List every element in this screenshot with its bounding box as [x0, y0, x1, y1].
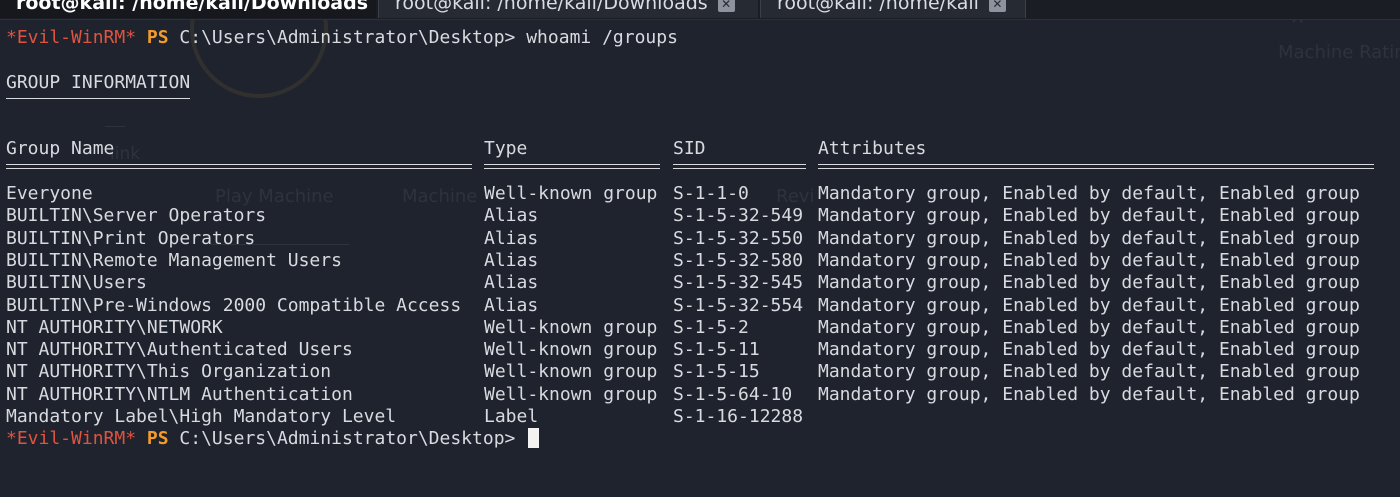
table-row: Mandatory Label\High Mandatory Level Labe…: [6, 406, 1400, 428]
cell-attributes: Mandatory group, Enabled by default, Ena…: [818, 183, 1360, 205]
tab-title: root@kali: /home/kali/Downloads: [395, 0, 708, 14]
prompt-line[interactable]: *Evil-WinRM* PS C:\Users\Administrator\D…: [6, 428, 1400, 450]
header-separator: [6, 161, 1400, 183]
cell-group-name: NT AUTHORITY\This Organization: [6, 361, 332, 383]
cell-sid: S-1-5-64-10: [673, 383, 793, 405]
cell-group-name: BUILTIN\Server Operators: [6, 205, 267, 227]
cell-type: Alias: [484, 294, 539, 316]
cell-type: Well-known group: [484, 361, 658, 383]
cell-type: Alias: [484, 249, 539, 271]
header-type: Type: [484, 138, 528, 160]
table-row: BUILTIN\Print Operators Alias S-1-5-32-550…: [6, 228, 1400, 250]
cell-type: Well-known group: [484, 383, 658, 405]
cell-group-name: NT AUTHORITY\NTLM Authentication: [6, 383, 353, 405]
cell-type: Alias: [484, 205, 539, 227]
table-row: BUILTIN\Users Alias S-1-5-32-545 Mandatory …: [6, 272, 1400, 294]
tab-downloads-active[interactable]: root@kali: /home/kali/Downloads✕: [0, 0, 376, 18]
cell-sid: S-1-5-15: [673, 361, 760, 383]
section-title-line: GROUP INFORMATION: [6, 72, 1400, 99]
table-row: NT AUTHORITY\This Organization Well-known…: [6, 361, 1400, 383]
cell-sid: S-1-5-2: [673, 316, 749, 338]
group-table: Everyone Well-known group S-1-1-0 Mandatory…: [6, 183, 1400, 428]
table-row: NT AUTHORITY\NTLM Authentication Well-kno…: [6, 384, 1400, 406]
close-icon[interactable]: ✕: [988, 0, 1006, 12]
cell-sid: S-1-5-32-545: [673, 272, 804, 294]
cell-group-name: BUILTIN\Pre-Windows 2000 Compatible Acce…: [6, 294, 462, 316]
cell-attributes: Mandatory group, Enabled by default, Ena…: [818, 339, 1360, 361]
prompt-path: C:\Users\Administrator\Desktop>: [179, 428, 516, 450]
prompt-shell-name: *Evil-WinRM*: [6, 428, 137, 450]
header-sid: SID: [673, 138, 706, 160]
cell-group-name: NT AUTHORITY\Authenticated Users: [6, 339, 353, 361]
prompt-path: C:\Users\Administrator\Desktop>: [179, 27, 516, 48]
cell-attributes: Mandatory group, Enabled by default, Ena…: [818, 227, 1360, 249]
text-cursor: [528, 428, 540, 449]
table-row: Everyone Well-known group S-1-1-0 Mandatory…: [6, 183, 1400, 205]
cell-type: Alias: [484, 272, 539, 294]
cell-attributes: Mandatory group, Enabled by default, Ena…: [818, 249, 1360, 271]
close-icon[interactable]: ✕: [717, 0, 735, 12]
cell-type: Well-known group: [484, 183, 658, 205]
cell-group-name: Everyone: [6, 183, 93, 205]
cell-attributes: Mandatory group, Enabled by default, Ena…: [818, 383, 1360, 405]
cell-attributes: Mandatory group, Enabled by default, Ena…: [818, 361, 1360, 383]
table-row: BUILTIN\Pre-Windows 2000 Compatible Acce…: [6, 295, 1400, 317]
command-line: *Evil-WinRM* PS C:\Users\Administrator\D…: [6, 27, 1400, 49]
prompt-ps: PS: [146, 27, 169, 48]
cell-type: Well-known group: [484, 339, 658, 361]
cell-group-name: NT AUTHORITY\NETWORK: [6, 316, 223, 338]
cell-attributes: Mandatory group, Enabled by default, Ena…: [818, 272, 1360, 294]
separator-type: [484, 163, 660, 169]
cell-group-name: BUILTIN\Print Operators: [6, 227, 256, 249]
prompt-ps: PS: [146, 428, 169, 450]
cell-sid: S-1-16-12288: [673, 406, 804, 428]
terminal-output[interactable]: *Evil-WinRM* PS C:\Users\Administrator\D…: [6, 27, 1400, 451]
separator-sid: [673, 163, 806, 169]
cell-attributes: Mandatory group, Enabled by default, Ena…: [818, 294, 1360, 316]
table-row: BUILTIN\Remote Management Users Alias S-1-…: [6, 250, 1400, 272]
table-header: Group Name Type SID Attributes: [6, 138, 1400, 160]
cell-group-name: BUILTIN\Users: [6, 272, 147, 294]
table-row: NT AUTHORITY\NETWORK Well-known group S-1-…: [6, 317, 1400, 339]
cell-type: Alias: [484, 227, 539, 249]
terminal-window: Machine Rating ✕ link Play Machine Machi…: [0, 0, 1400, 497]
cell-sid: S-1-5-32-554: [673, 294, 804, 316]
cell-attributes: Mandatory group, Enabled by default, Ena…: [818, 205, 1360, 227]
prompt-shell-name: *Evil-WinRM*: [6, 27, 137, 48]
table-row: NT AUTHORITY\Authenticated Users Well-kno…: [6, 339, 1400, 361]
cell-type: Well-known group: [484, 316, 658, 338]
tab-bar: root@kali: /home/kali/Downloads ✕ root@ka…: [0, 0, 1400, 20]
cell-group-name: Mandatory Label\High Mandatory Level: [6, 406, 397, 428]
cell-sid: S-1-5-32-580: [673, 249, 804, 271]
cell-type: Label: [484, 406, 539, 428]
separator-group-name: [6, 163, 472, 169]
tab-downloads[interactable]: root@kali: /home/kali/Downloads ✕: [378, 0, 758, 18]
cell-group-name: BUILTIN\Remote Management Users: [6, 249, 342, 271]
header-attributes: Attributes: [818, 138, 927, 160]
cell-sid: S-1-5-32-549: [673, 205, 804, 227]
table-row: BUILTIN\Server Operators Alias S-1-5-32-54…: [6, 205, 1400, 227]
cell-attributes: Mandatory group, Enabled by default, Ena…: [818, 316, 1360, 338]
cell-sid: S-1-5-32-550: [673, 227, 804, 249]
cell-sid: S-1-1-0: [673, 183, 749, 205]
tab-title: root@kali: /home/kali/Downloads: [16, 0, 369, 14]
header-group-name: Group Name: [6, 138, 115, 160]
tab-title: root@kali: /home/kali: [777, 0, 979, 14]
cell-sid: S-1-5-11: [673, 339, 760, 361]
tab-home-kali[interactable]: root@kali: /home/kali ✕: [760, 0, 1026, 18]
command-text: whoami /groups: [526, 27, 678, 48]
separator-attributes: [818, 163, 1374, 169]
